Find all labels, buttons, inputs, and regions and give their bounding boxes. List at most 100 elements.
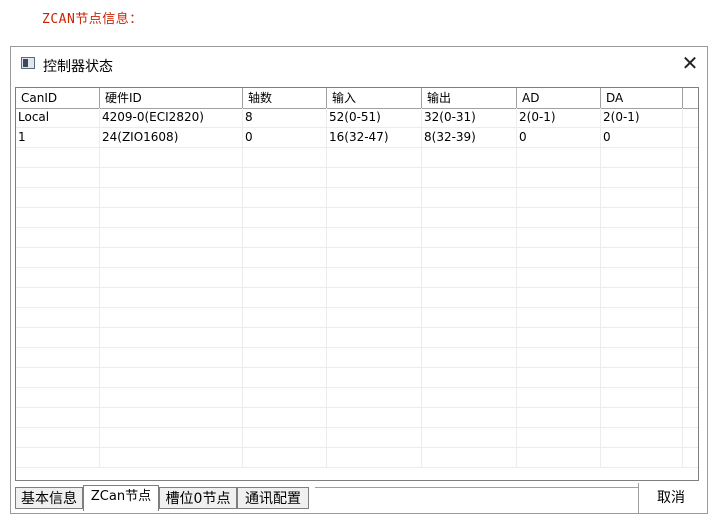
table-row[interactable]: Local 4209-0(ECI2820) 8 52(0-51) 32(0-31) 2(0… — [16, 108, 698, 128]
cell-canid — [16, 248, 100, 267]
cancel-separator — [638, 483, 639, 513]
cell-input — [327, 348, 422, 367]
cell-input: 16(32-47) — [327, 128, 422, 147]
tab-bar: 基本信息 ZCan节点 槽位0节点 通讯配置 取消 — [11, 483, 707, 513]
cell-axes: 0 — [243, 128, 327, 147]
tab-basic-info[interactable]: 基本信息 — [15, 487, 83, 509]
cell-ad — [517, 448, 601, 467]
cell-da — [601, 248, 683, 267]
cell-axes — [243, 388, 327, 407]
cell-canid — [16, 448, 100, 467]
cell-hardware-id — [100, 448, 243, 467]
table-row — [16, 308, 698, 328]
cell-hardware-id — [100, 428, 243, 447]
cell-axes — [243, 208, 327, 227]
cell-input — [327, 408, 422, 427]
cell-output — [422, 388, 517, 407]
cell-input — [327, 208, 422, 227]
cell-output — [422, 428, 517, 447]
cell-axes — [243, 348, 327, 367]
column-header-ad[interactable]: AD — [517, 88, 601, 108]
cell-ad — [517, 168, 601, 187]
cell-input — [327, 268, 422, 287]
cell-input — [327, 428, 422, 447]
close-icon[interactable]: ✕ — [679, 51, 701, 75]
cell-input — [327, 308, 422, 327]
cell-hardware-id — [100, 168, 243, 187]
table-row — [16, 388, 698, 408]
cell-input — [327, 368, 422, 387]
tab-slot0-nodes[interactable]: 槽位0节点 — [159, 487, 237, 509]
cell-output — [422, 288, 517, 307]
cell-hardware-id — [100, 228, 243, 247]
tab-comm-config[interactable]: 通讯配置 — [237, 487, 309, 509]
cell-input — [327, 188, 422, 207]
cell-output — [422, 148, 517, 167]
cell-input — [327, 248, 422, 267]
table-row — [16, 188, 698, 208]
cell-axes — [243, 268, 327, 287]
cell-input — [327, 288, 422, 307]
cell-input — [327, 148, 422, 167]
cell-axes — [243, 188, 327, 207]
table-row — [16, 328, 698, 348]
table-row — [16, 368, 698, 388]
cell-ad — [517, 388, 601, 407]
cell-hardware-id — [100, 148, 243, 167]
cell-ad — [517, 188, 601, 207]
table-row[interactable]: 1 24(ZIO1608) 0 16(32-47) 8(32-39) 0 0 — [16, 128, 698, 148]
page-caption: ZCAN节点信息： — [42, 12, 143, 27]
cell-axes — [243, 448, 327, 467]
cell-hardware-id — [100, 348, 243, 367]
cell-da — [601, 148, 683, 167]
tab-strip-divider — [315, 487, 639, 488]
table-row — [16, 448, 698, 468]
table-row — [16, 168, 698, 188]
cell-da — [601, 388, 683, 407]
cell-canid — [16, 408, 100, 427]
cell-axes — [243, 408, 327, 427]
cell-ad — [517, 368, 601, 387]
cell-output — [422, 268, 517, 287]
column-header-da[interactable]: DA — [601, 88, 683, 108]
cell-input — [327, 448, 422, 467]
cell-da — [601, 268, 683, 287]
table-row — [16, 348, 698, 368]
cell-hardware-id — [100, 288, 243, 307]
cell-output — [422, 408, 517, 427]
cell-output — [422, 168, 517, 187]
cell-axes — [243, 368, 327, 387]
cell-da — [601, 348, 683, 367]
cell-hardware-id — [100, 188, 243, 207]
cell-axes — [243, 288, 327, 307]
cell-hardware-id — [100, 368, 243, 387]
column-header-axes[interactable]: 轴数 — [243, 88, 327, 108]
column-header-canid[interactable]: CanID — [16, 88, 100, 108]
column-header-output[interactable]: 输出 — [422, 88, 517, 108]
cell-output — [422, 328, 517, 347]
cell-hardware-id — [100, 248, 243, 267]
cell-output — [422, 308, 517, 327]
cell-hardware-id: 24(ZIO1608) — [100, 128, 243, 147]
tab-zcan-nodes[interactable]: ZCan节点 — [83, 485, 159, 511]
cell-canid — [16, 168, 100, 187]
table-row — [16, 148, 698, 168]
cell-input — [327, 168, 422, 187]
table-row — [16, 208, 698, 228]
cell-da — [601, 208, 683, 227]
cell-ad: 0 — [517, 128, 601, 147]
cell-hardware-id: 4209-0(ECI2820) — [100, 108, 243, 127]
cell-da — [601, 328, 683, 347]
table-row — [16, 268, 698, 288]
cell-ad — [517, 428, 601, 447]
cell-ad — [517, 408, 601, 427]
cell-da: 2(0-1) — [601, 108, 683, 127]
cancel-button[interactable]: 取消 — [649, 487, 693, 509]
cell-ad: 2(0-1) — [517, 108, 601, 127]
cell-da — [601, 308, 683, 327]
cell-hardware-id — [100, 328, 243, 347]
cell-canid — [16, 228, 100, 247]
cell-da — [601, 368, 683, 387]
column-header-hardware-id[interactable]: 硬件ID — [100, 88, 243, 108]
column-header-input[interactable]: 输入 — [327, 88, 422, 108]
